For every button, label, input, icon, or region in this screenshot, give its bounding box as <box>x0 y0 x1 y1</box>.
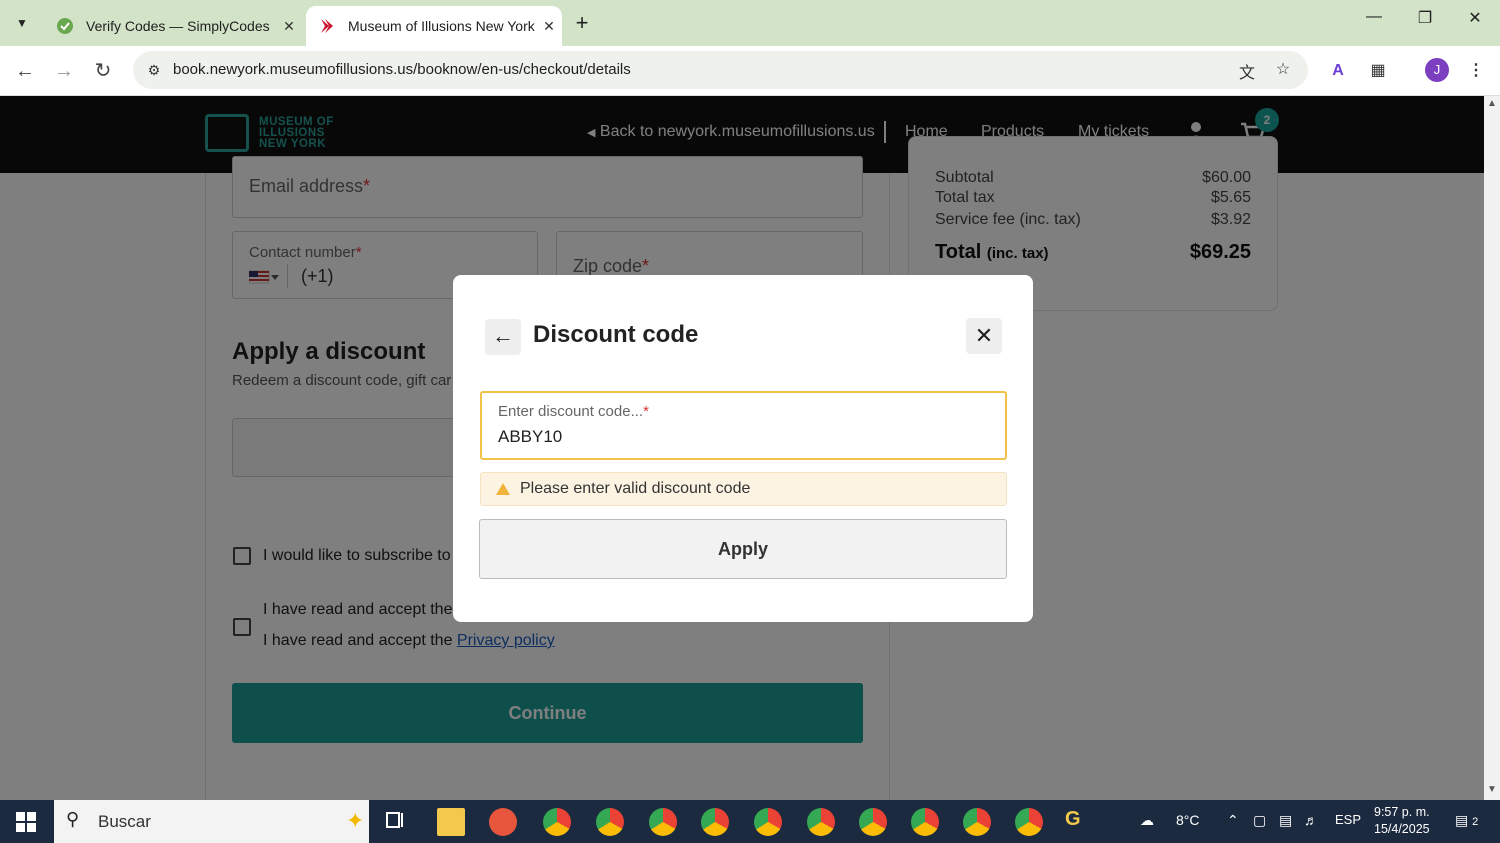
window-close-icon[interactable]: ✕ <box>1452 8 1498 28</box>
discount-code-modal: ← Discount code ✕ Enter discount code...… <box>453 275 1033 622</box>
browser-toolbar: ← → ↻ ⚙ book.newyork.museumofillusions.u… <box>0 46 1500 96</box>
chrome-profile-n2-icon[interactable] <box>911 808 939 836</box>
minimize-icon[interactable]: — <box>1351 8 1397 26</box>
address-bar[interactable]: ⚙ book.newyork.museumofillusions.us/book… <box>133 51 1308 89</box>
forward-arrow-icon[interactable]: → <box>50 58 78 84</box>
tab-simplycodes[interactable]: Verify Codes — SimplyCodes ✕ <box>44 6 302 46</box>
apply-button[interactable]: Apply <box>479 519 1007 579</box>
modal-back-arrow-icon[interactable]: ← <box>485 319 521 355</box>
app-g-icon[interactable]: G <box>1065 808 1093 836</box>
notification-count: 2 <box>1472 816 1479 828</box>
extension-a-icon[interactable]: A <box>1324 57 1352 85</box>
simplycodes-favicon-icon <box>56 17 74 35</box>
file-explorer-icon[interactable] <box>437 808 465 836</box>
chrome-profile-j-icon[interactable] <box>596 808 624 836</box>
windows-taskbar: ⚲ Buscar ✦ G ☁ 8°C ⌃ ▢ ▤ ♬ ESP 9:57 p. m… <box>0 800 1500 843</box>
chrome-profile-b-icon[interactable] <box>701 808 729 836</box>
scroll-down-icon[interactable]: ▼ <box>1487 784 1497 795</box>
tab-title: Museum of Illusions New York c <box>348 18 536 34</box>
discount-code-input[interactable] <box>498 427 978 447</box>
meet-icon[interactable]: ▢ <box>1253 812 1266 829</box>
new-tab-button[interactable]: + <box>568 10 596 38</box>
extensions-puzzle-icon[interactable]: ▦ <box>1364 57 1392 85</box>
chrome-profile-y-icon[interactable] <box>1015 808 1043 836</box>
tray-chevron-up-icon[interactable]: ⌃ <box>1227 812 1239 829</box>
app-icon[interactable] <box>489 808 517 836</box>
profile-avatar[interactable]: J <box>1425 58 1449 82</box>
reload-icon[interactable]: ↻ <box>89 58 117 84</box>
chrome-profile-a-icon[interactable] <box>543 808 571 836</box>
validation-warning: Please enter valid discount code <box>480 472 1007 506</box>
sparkle-icon: ✦ <box>346 808 365 833</box>
warning-triangle-icon <box>496 483 510 495</box>
browser-tab-strip: ▼ Verify Codes — SimplyCodes ✕ Museum of… <box>0 0 1500 46</box>
page-viewport: MUSEUM OF ILLUSIONS NEW YORK ◀ Back to n… <box>0 96 1484 800</box>
clock-time: 9:57 p. m. <box>1374 805 1430 819</box>
chrome-active-icon[interactable] <box>649 808 677 836</box>
network-icon[interactable]: ▤ <box>1279 812 1292 829</box>
back-arrow-icon[interactable]: ← <box>11 58 39 84</box>
notifications-icon[interactable]: ▤ 2 <box>1455 812 1478 829</box>
warning-text: Please enter valid discount code <box>520 480 751 497</box>
tab-search-button[interactable]: ▼ <box>8 9 36 37</box>
search-placeholder: Buscar <box>98 812 151 831</box>
browser-menu-icon[interactable]: ⋮ <box>1462 57 1490 85</box>
chrome-profile-n-icon[interactable] <box>859 808 887 836</box>
search-icon: ⚲ <box>66 809 80 829</box>
tab-title: Verify Codes — SimplyCodes <box>86 18 270 34</box>
windows-start-icon[interactable] <box>16 812 36 832</box>
weather-temp[interactable]: 8°C <box>1176 812 1200 828</box>
close-tab-icon[interactable]: ✕ <box>276 18 302 35</box>
clock-date: 15/4/2025 <box>1374 822 1430 836</box>
task-view-icon[interactable] <box>383 808 411 836</box>
discount-input-label: Enter discount code... <box>498 403 644 420</box>
close-tab-icon[interactable]: ✕ <box>536 18 562 35</box>
chrome-profile-c-icon[interactable] <box>754 808 782 836</box>
museum-favicon-icon <box>318 17 336 35</box>
url-text[interactable]: book.newyork.museumofillusions.us/bookno… <box>173 61 631 78</box>
modal-title: Discount code <box>533 321 699 348</box>
scroll-up-icon[interactable]: ▲ <box>1487 98 1497 109</box>
discount-code-field[interactable]: Enter discount code...* <box>480 391 1007 460</box>
translate-icon[interactable]: 文 <box>1235 59 1259 82</box>
page-scrollbar[interactable]: ▲ ▼ <box>1484 96 1500 800</box>
taskbar-clock[interactable]: 9:57 p. m. 15/4/2025 <box>1374 804 1430 838</box>
modal-close-icon[interactable]: ✕ <box>966 318 1002 354</box>
bookmark-star-icon[interactable]: ☆ <box>1271 59 1295 81</box>
taskbar-search[interactable]: ⚲ Buscar ✦ <box>54 800 369 843</box>
restore-icon[interactable]: ❐ <box>1402 8 1448 28</box>
language-indicator[interactable]: ESP <box>1335 812 1361 827</box>
chrome-profile-n3-icon[interactable] <box>963 808 991 836</box>
weather-cloud-icon[interactable]: ☁ <box>1140 812 1154 829</box>
chrome-profile-j2-icon[interactable] <box>807 808 835 836</box>
volume-icon[interactable]: ♬ <box>1304 812 1318 828</box>
site-settings-icon[interactable]: ⚙ <box>141 57 167 83</box>
tab-museum[interactable]: Museum of Illusions New York c ✕ <box>306 6 562 46</box>
